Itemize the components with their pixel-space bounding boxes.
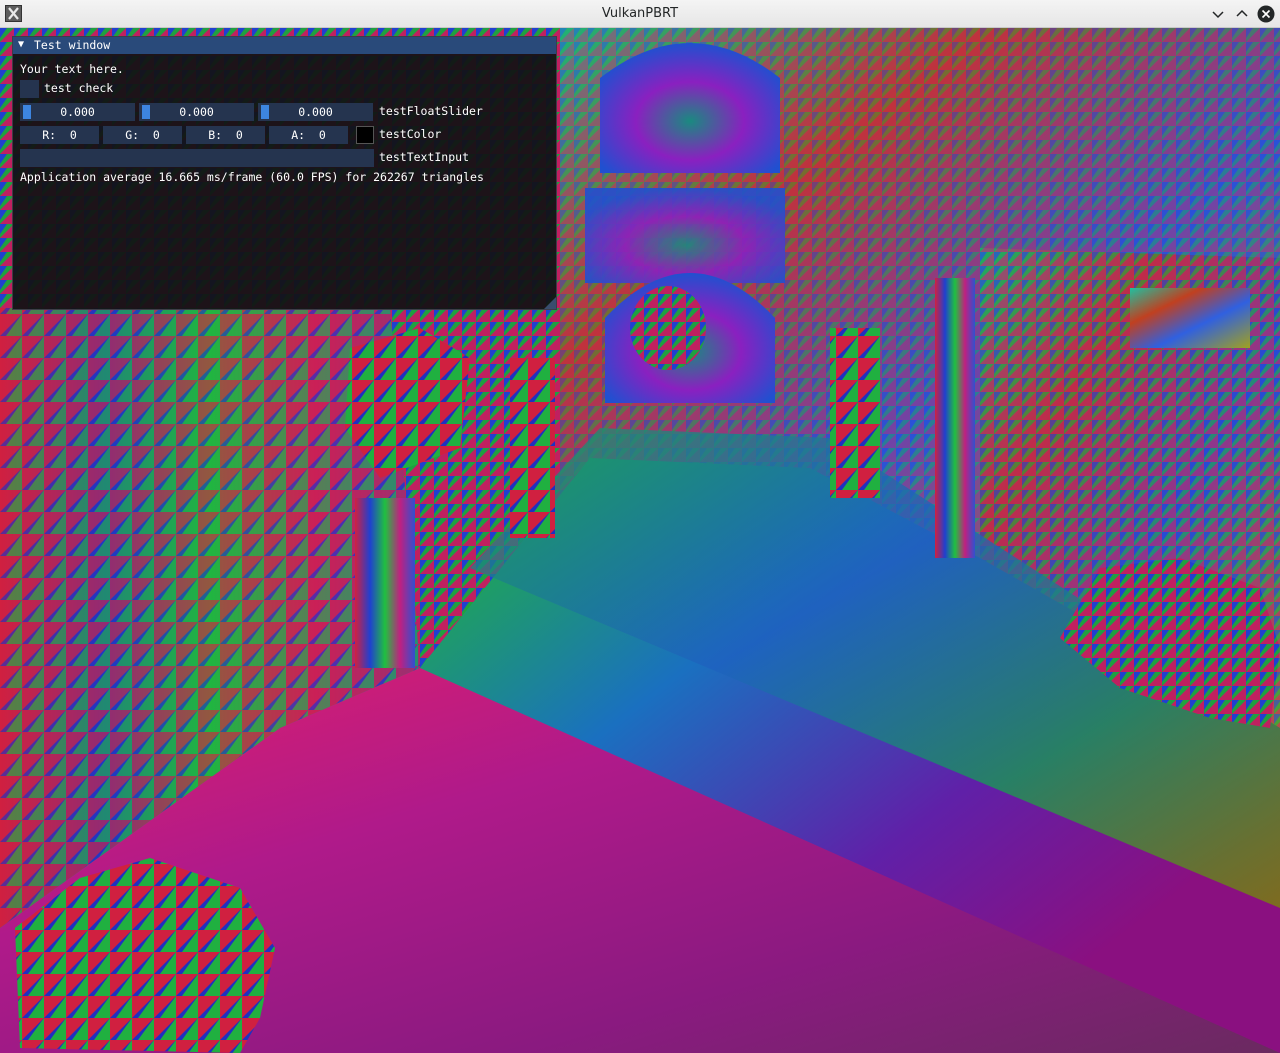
window-title: VulkanPBRT	[601, 6, 679, 21]
minimize-icon[interactable]	[1208, 4, 1228, 24]
color-b-field[interactable]: B: 0	[186, 126, 265, 144]
collapse-arrow-icon[interactable]: ▼	[18, 39, 24, 50]
imgui-test-window[interactable]: ▼ Test window Your text here. test check…	[12, 36, 557, 310]
color-a-value: A: 0	[291, 128, 326, 142]
static-text: Your text here.	[20, 62, 124, 76]
imgui-window-title: Test window	[34, 38, 111, 52]
close-icon[interactable]	[1256, 4, 1276, 24]
color-g-value: G: 0	[125, 128, 160, 142]
slider-value: 0.000	[179, 105, 214, 119]
color-b-value: B: 0	[208, 128, 243, 142]
window-title-bar[interactable]: VulkanPBRT	[0, 0, 1280, 28]
color-label: testColor	[379, 127, 442, 141]
imgui-title-bar[interactable]: ▼ Test window	[13, 37, 556, 54]
fps-stats: Application average 16.665 ms/frame (60.…	[20, 170, 484, 184]
color-swatch[interactable]	[356, 126, 374, 144]
text-input-label: testTextInput	[379, 150, 470, 164]
float-slider-y[interactable]: 0.000	[139, 103, 254, 121]
color-r-value: R: 0	[42, 128, 77, 142]
test-checkbox[interactable]	[20, 80, 39, 98]
text-input[interactable]	[20, 149, 374, 167]
float-slider-x[interactable]: 0.000	[20, 103, 135, 121]
slider-value: 0.000	[298, 105, 333, 119]
color-g-field[interactable]: G: 0	[103, 126, 182, 144]
slider-value: 0.000	[60, 105, 95, 119]
float-slider-z[interactable]: 0.000	[258, 103, 373, 121]
maximize-icon[interactable]	[1232, 4, 1252, 24]
color-r-field[interactable]: R: 0	[20, 126, 99, 144]
checkbox-label: test check	[44, 81, 114, 95]
resize-grip-icon[interactable]	[544, 297, 556, 309]
float-slider-label: testFloatSlider	[379, 104, 483, 118]
color-a-field[interactable]: A: 0	[269, 126, 348, 144]
